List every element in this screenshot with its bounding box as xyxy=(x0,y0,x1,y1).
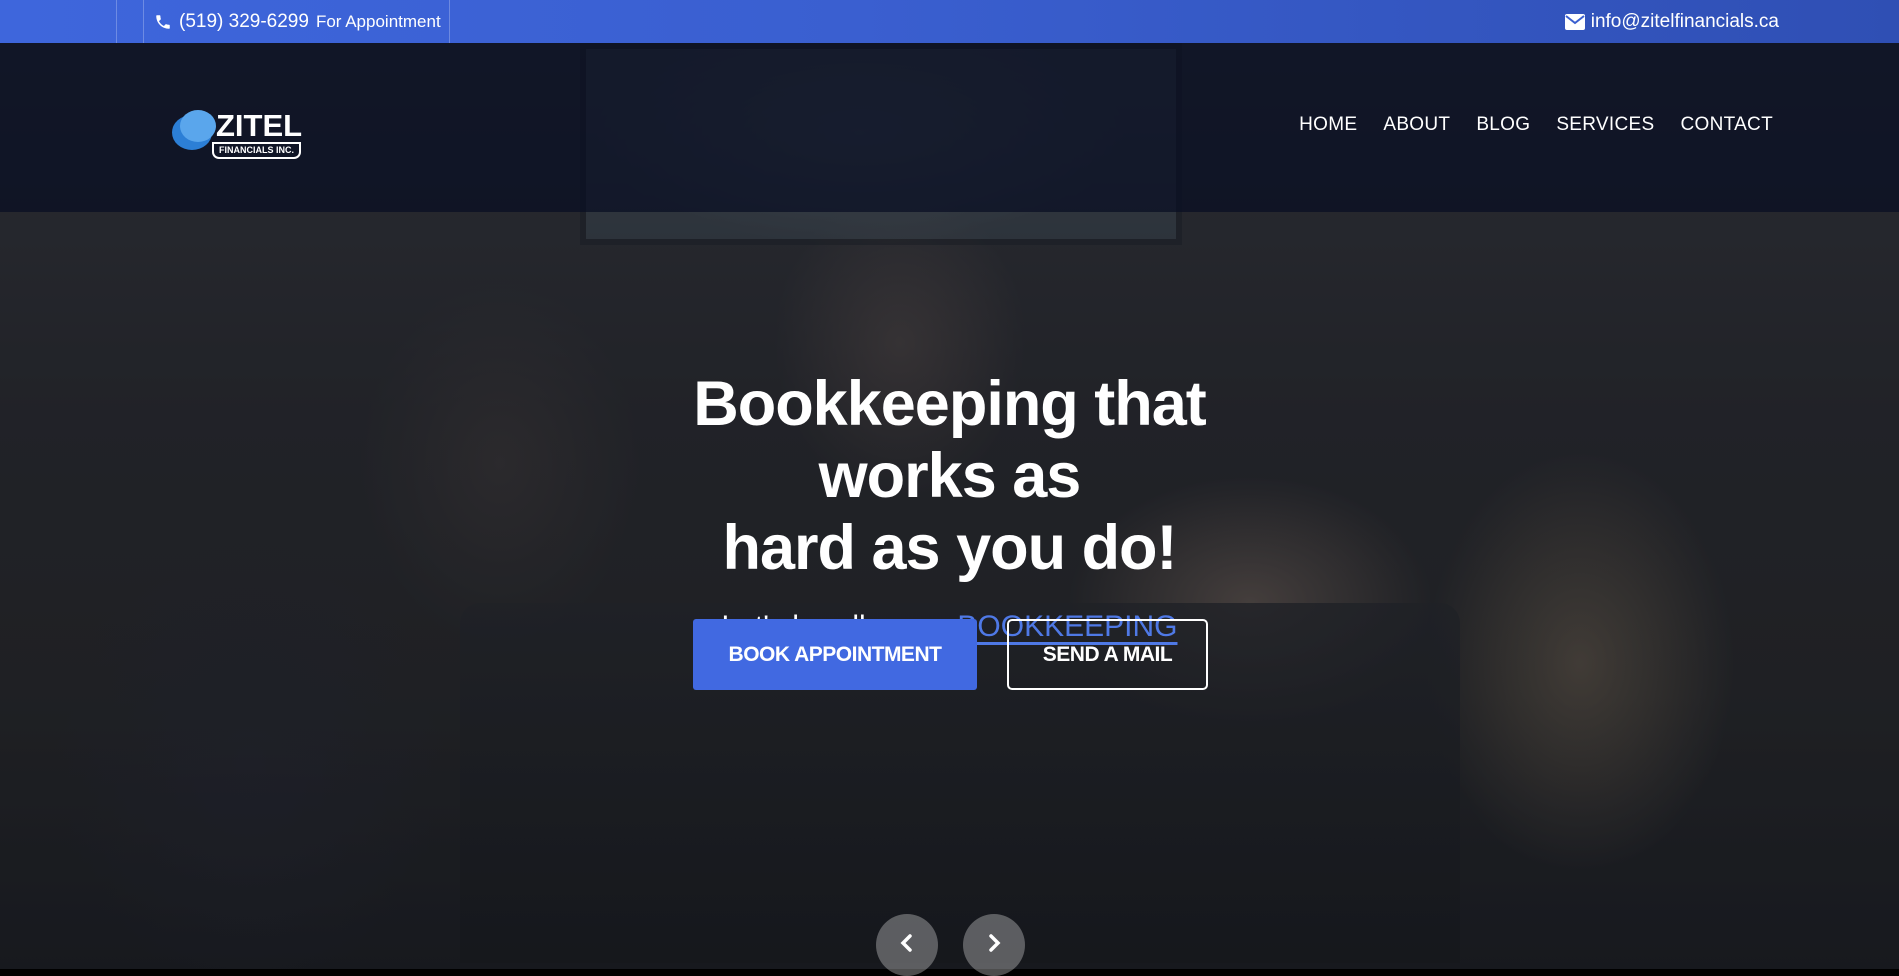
phone-number[interactable]: (519) 329-6299 xyxy=(179,11,309,33)
email-link[interactable]: info@zitelfinancials.ca xyxy=(1564,0,1779,43)
topbar-divider xyxy=(449,0,450,43)
nav-about[interactable]: ABOUT xyxy=(1383,114,1450,136)
main-nav: HOME ABOUT BLOG SERVICES CONTACT xyxy=(1299,114,1773,136)
phone-note: For Appointment xyxy=(315,11,441,31)
hero-headline-line1: Bookkeeping that works as xyxy=(693,369,1207,511)
carousel-next-button[interactable] xyxy=(963,914,1025,976)
chevron-left-icon xyxy=(900,914,914,957)
logo[interactable]: ZITEL FINANCIALS INC. xyxy=(172,108,317,159)
hero-headline: Bookkeeping that works as hard as you do… xyxy=(640,368,1260,584)
nav-services[interactable]: SERVICES xyxy=(1556,114,1654,136)
chevron-right-icon xyxy=(987,914,1001,957)
top-contact-bar: (519) 329-6299 For Appointment info@zite… xyxy=(0,0,1899,43)
hero-buttons: BOOK APPOINTMENT SEND A MAIL xyxy=(693,619,1208,691)
topbar-divider xyxy=(116,0,117,43)
logo-tagline: FINANCIALS INC. xyxy=(212,142,301,159)
nav-contact[interactable]: CONTACT xyxy=(1680,114,1773,136)
send-mail-button[interactable]: SEND A MAIL xyxy=(1007,619,1208,690)
hero-content: Bookkeeping that works as hard as you do… xyxy=(0,368,1899,644)
phone-icon xyxy=(154,13,172,31)
email-address[interactable]: info@zitelfinancials.ca xyxy=(1591,11,1779,33)
logo-wordmark: ZITEL xyxy=(216,108,303,143)
nav-home[interactable]: HOME xyxy=(1299,114,1357,136)
topbar-divider xyxy=(143,0,144,43)
carousel-prev-button[interactable] xyxy=(876,914,938,976)
logo-mark-highlight xyxy=(180,110,216,142)
nav-blog[interactable]: BLOG xyxy=(1476,114,1530,136)
hero-headline-line2: hard as you do! xyxy=(722,513,1177,583)
book-appointment-button[interactable]: BOOK APPOINTMENT xyxy=(693,619,977,690)
phone-link[interactable]: (519) 329-6299 For Appointment xyxy=(154,0,441,43)
envelope-icon xyxy=(1564,13,1585,30)
